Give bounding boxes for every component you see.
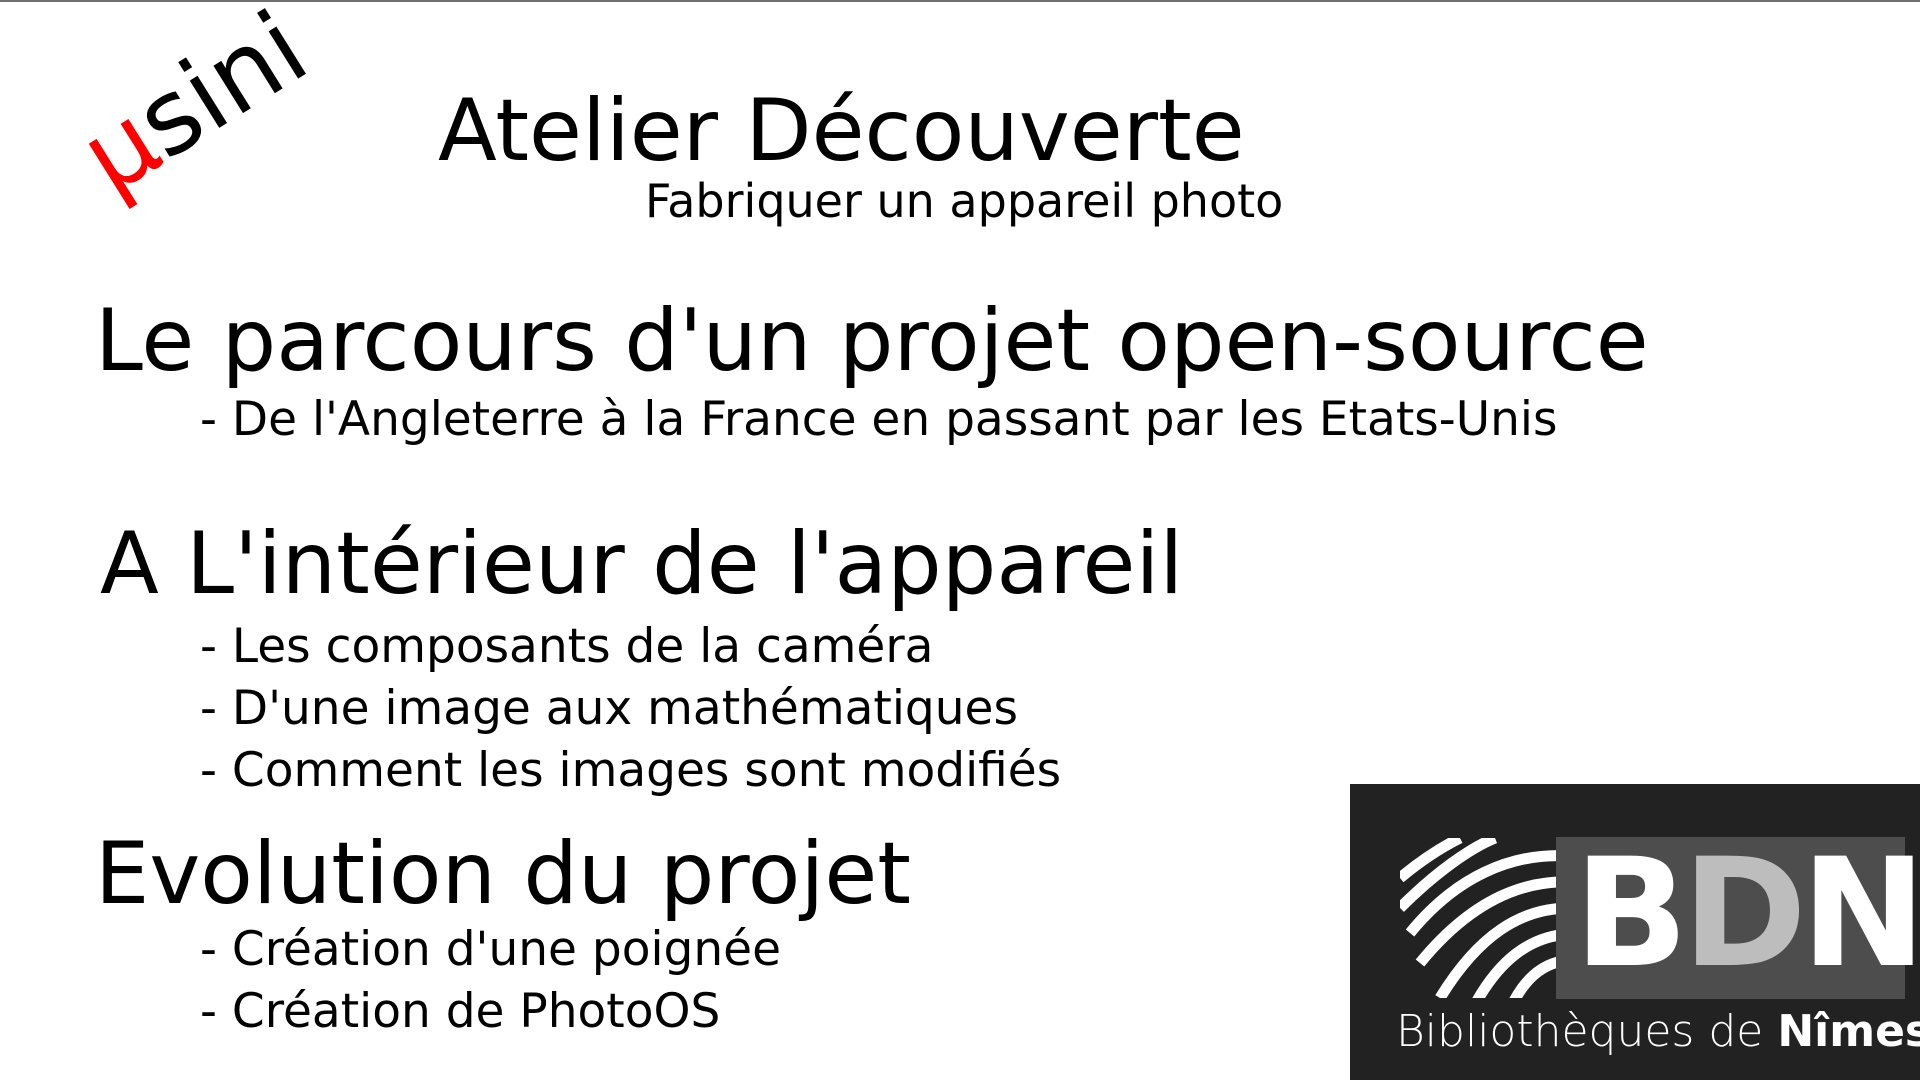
page-title: Atelier Découverte bbox=[438, 81, 1245, 181]
page-subtitle: Fabriquer un appareil photo bbox=[645, 174, 1284, 228]
list-item: - Création de PhotoOS bbox=[200, 984, 721, 1039]
list-item: - Création d'une poignée bbox=[200, 922, 781, 977]
section-heading-evolution: Evolution du projet bbox=[95, 824, 911, 924]
bdn-caption-city: Nîmes bbox=[1777, 1006, 1920, 1057]
section-heading-parcours: Le parcours d'un projet open-source bbox=[95, 291, 1649, 391]
bdn-rays-icon bbox=[1400, 838, 1570, 998]
usini-logo: µsini bbox=[61, 0, 327, 217]
bdn-caption-prefix: Bibliothèques de bbox=[1396, 1006, 1778, 1057]
list-item: - De l'Angleterre à la France en passant… bbox=[200, 392, 1558, 447]
bdn-letter-b: B bbox=[1574, 827, 1688, 1001]
bdn-letters-panel: BDN bbox=[1556, 837, 1920, 999]
top-rule bbox=[0, 0, 1920, 2]
list-item: - Comment les images sont modifiés bbox=[200, 743, 1062, 798]
list-item: - Les composants de la caméra bbox=[200, 619, 934, 674]
list-item: - D'une image aux mathématiques bbox=[200, 681, 1018, 736]
section-heading-interieur: A L'intérieur de l'appareil bbox=[100, 514, 1184, 614]
bdn-letter-n: N bbox=[1800, 827, 1920, 1001]
bdn-caption: Bibliothèques de Nîmes bbox=[1396, 1010, 1920, 1054]
bdn-letter-d: D bbox=[1682, 827, 1806, 1001]
bdn-logo: BDN Bibliothèques de Nîmes bbox=[1350, 784, 1920, 1080]
bdn-letters: BDN bbox=[1574, 839, 1920, 989]
